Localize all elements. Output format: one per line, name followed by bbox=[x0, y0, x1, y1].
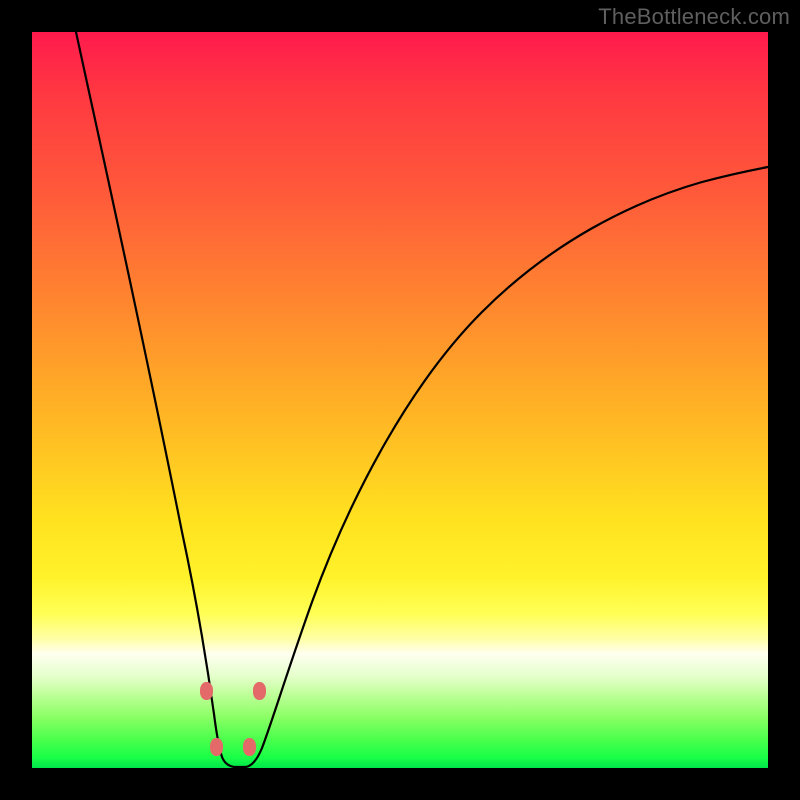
marker-lower-left bbox=[210, 738, 223, 756]
bottleneck-curve bbox=[32, 32, 768, 768]
marker-upper-right bbox=[253, 682, 266, 700]
curve-right-branch bbox=[246, 167, 768, 767]
watermark-text: TheBottleneck.com bbox=[598, 4, 790, 30]
marker-lower-right bbox=[243, 738, 256, 756]
chart-frame: TheBottleneck.com bbox=[0, 0, 800, 800]
plot-area bbox=[32, 32, 768, 768]
curve-left-branch bbox=[76, 32, 234, 767]
marker-upper-left bbox=[200, 682, 213, 700]
